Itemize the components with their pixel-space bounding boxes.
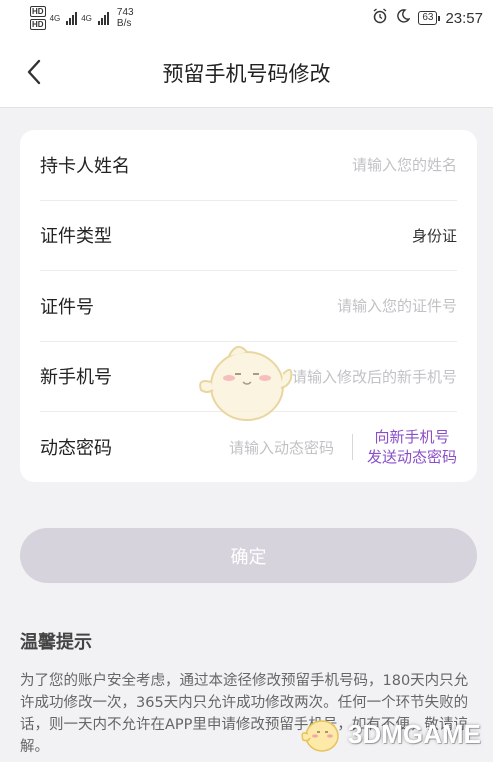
- new-phone-label: 新手机号: [40, 367, 112, 389]
- watermark-text: 3DMGAME: [348, 718, 481, 749]
- site-watermark: 3DMGAME: [300, 714, 481, 754]
- send-otp-button[interactable]: 向新手机号 发送动态密码: [367, 427, 457, 467]
- alarm-icon: [372, 8, 388, 28]
- signal-icon: [66, 11, 78, 25]
- status-bar: HD HD 4G 4G 743 B/s 63 23:57: [0, 0, 493, 36]
- holder-name-label: 持卡人姓名: [40, 155, 130, 177]
- otp-input[interactable]: 请输入动态密码: [229, 437, 334, 458]
- id-type-label: 证件类型: [40, 226, 112, 248]
- send-otp-line2: 发送动态密码: [366, 448, 457, 467]
- nav-bar: 预留手机号码修改: [0, 36, 493, 108]
- new-phone-input[interactable]: 请输入修改后的新手机号: [292, 366, 457, 387]
- battery-icon: 63: [418, 11, 441, 25]
- mascot-watermark-icon: [195, 338, 295, 428]
- speed-unit: B/s: [116, 18, 132, 29]
- speed-value: 743: [116, 7, 134, 18]
- otp-controls: 请输入动态密码 向新手机号 发送动态密码: [229, 427, 457, 467]
- otp-label: 动态密码: [40, 438, 112, 460]
- id-number-row: 证件号 请输入您的证件号: [40, 271, 457, 342]
- otp-divider: [351, 434, 353, 461]
- id-number-label: 证件号: [40, 296, 94, 318]
- page-title: 预留手机号码修改: [162, 62, 331, 86]
- status-right: 63 23:57: [372, 8, 483, 28]
- moon-icon: [396, 9, 411, 27]
- hd-badge-2: HD: [30, 19, 46, 30]
- id-type-value[interactable]: 身份证: [412, 225, 457, 246]
- confirm-button[interactable]: 确定: [20, 528, 477, 583]
- form-card: 持卡人姓名 请输入您的姓名 证件类型 身份证 证件号 请输入您的证件号 新手机号…: [20, 130, 477, 482]
- signal-icon-2: [97, 11, 109, 25]
- status-left: HD HD 4G 4G 743 B/s: [30, 6, 134, 30]
- network-type-1: 4G: [49, 13, 61, 23]
- network-speed: 743 B/s: [117, 7, 134, 29]
- holder-name-row: 持卡人姓名 请输入您的姓名: [40, 130, 457, 201]
- network-type-2: 4G: [81, 13, 92, 23]
- id-type-row[interactable]: 证件类型 身份证: [40, 201, 457, 271]
- mascot-small-icon: [301, 720, 339, 752]
- hd-badge-1: HD: [30, 6, 46, 17]
- tips-title: 温馨提示: [20, 632, 92, 653]
- send-otp-line1: 向新手机号: [374, 428, 450, 447]
- id-number-input[interactable]: 请输入您的证件号: [337, 295, 457, 316]
- clock: 23:57: [445, 9, 483, 27]
- hd-indicators: HD HD: [30, 6, 46, 30]
- holder-name-input[interactable]: 请输入您的姓名: [352, 154, 457, 175]
